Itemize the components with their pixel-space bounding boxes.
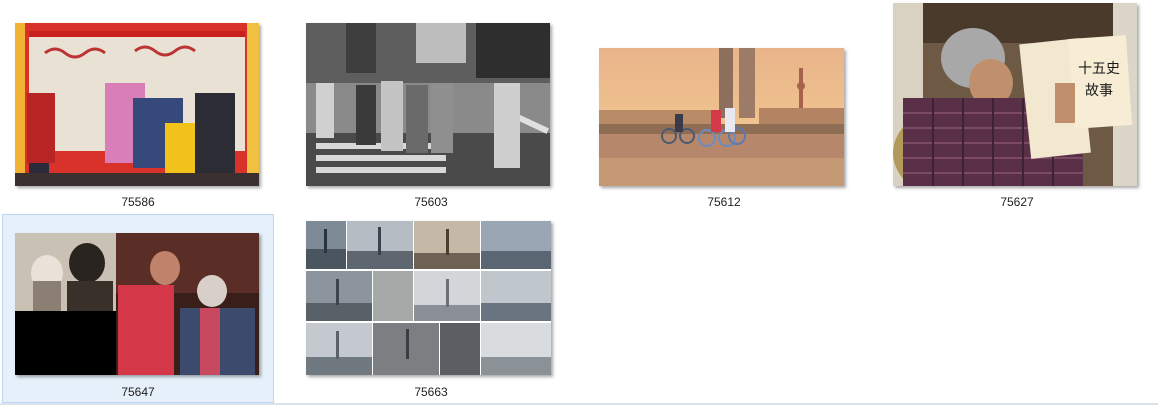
file-name-label: 75627 [1000,195,1034,209]
file-item-75612[interactable]: 75612 [588,10,860,209]
svg-text:故事: 故事 [1085,83,1113,99]
file-item-75663[interactable]: 75663 [295,214,567,402]
file-name-label: 75603 [414,195,448,209]
image-thumbnail-75612[interactable] [599,48,844,186]
file-name-label: 75612 [707,195,741,209]
file-item-75586[interactable]: 75586 [2,10,274,209]
file-item-75603[interactable]: 75603 [295,10,567,209]
file-name-label: 75647 [121,385,155,399]
image-thumbnail-75647[interactable] [15,233,259,375]
image-thumbnail-75586[interactable] [15,23,259,186]
file-item-75647[interactable]: 75647 [2,214,274,403]
image-thumbnail-75663[interactable] [306,221,551,375]
file-name-label: 75663 [414,385,448,399]
svg-text:十五史: 十五史 [1078,61,1120,77]
file-grid: 75586 75603 75612 十五史 故事 75627 75647 756… [0,0,1158,405]
file-item-75627[interactable]: 十五史 故事 75627 [881,3,1153,209]
image-thumbnail-75627[interactable]: 十五史 故事 [893,3,1137,186]
image-thumbnail-75603[interactable] [306,23,550,186]
file-name-label: 75586 [121,195,155,209]
